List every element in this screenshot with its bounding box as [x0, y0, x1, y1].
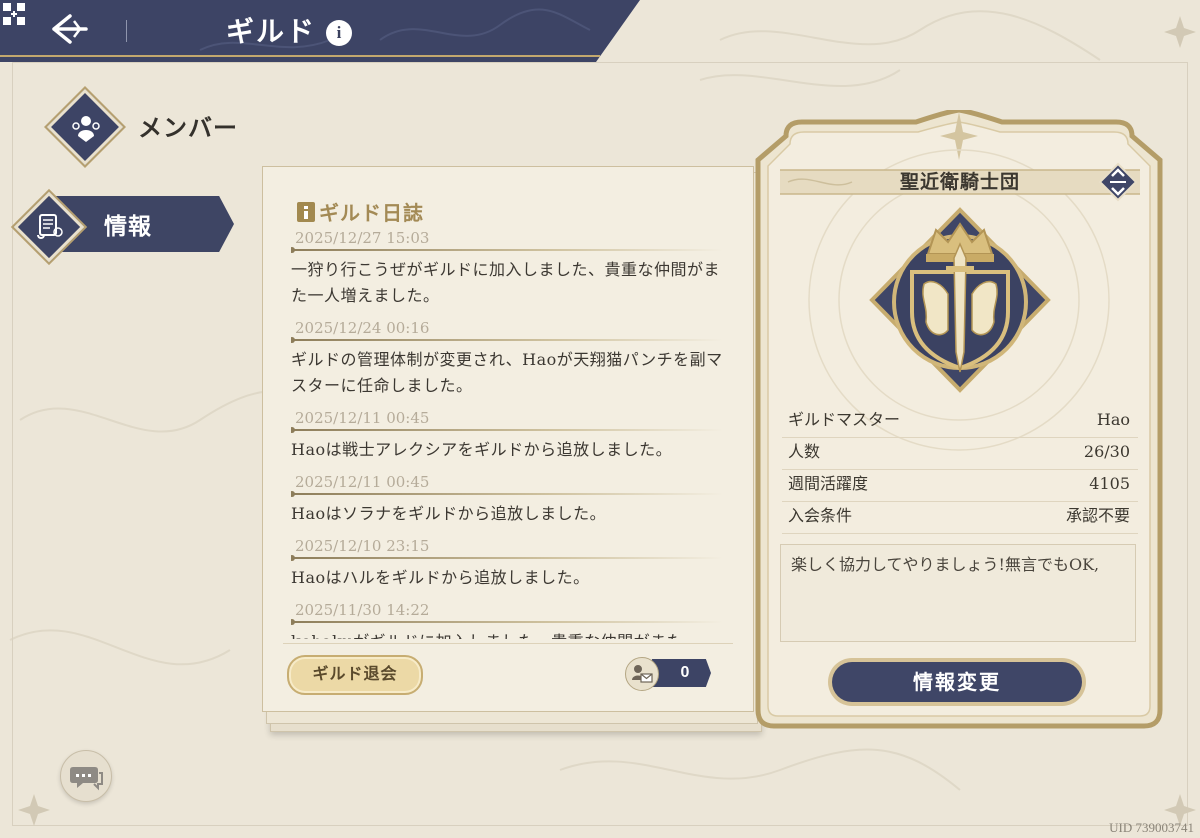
edit-info-button[interactable]: 情報変更	[828, 658, 1086, 706]
stat-label: 入会条件	[788, 506, 853, 525]
chat-bubble-icon	[70, 767, 103, 791]
log-book-icon	[297, 201, 315, 222]
stat-label: 週間活躍度	[788, 474, 869, 493]
stat-row-join-condition: 入会条件 承認不要	[782, 502, 1138, 534]
swap-diamond-icon	[1098, 162, 1138, 202]
log-divider	[291, 247, 723, 253]
change-emblem-button[interactable]	[1098, 162, 1138, 202]
log-entry: 2025/11/30 14:22 kohakuがギルドに加入しました、貴重な仲間…	[291, 601, 723, 639]
log-date: 2025/12/27 15:03	[295, 229, 430, 247]
log-text: Haoはソラナをギルドから追放しました。	[291, 504, 607, 523]
log-divider	[291, 427, 723, 433]
log-text: 一狩り行こうぜがギルドに加入しました、貴重な仲間がまた一人増えました。	[291, 260, 721, 305]
guild-emblem-icon	[3, 3, 25, 25]
user-id: UID 739003741	[1109, 820, 1194, 835]
request-icon-circle	[625, 657, 659, 691]
stat-label: ギルドマスター	[788, 410, 901, 429]
corner-ornament-bottom-left	[18, 794, 50, 826]
log-divider	[291, 555, 723, 561]
stat-value: 26/30	[1083, 442, 1130, 461]
guild-name-band: 聖近衛騎士団	[780, 166, 1140, 198]
back-arrow-icon	[52, 14, 88, 44]
log-entry: 2025/12/10 23:15 Haoはハルをギルドから追放しました。	[291, 537, 723, 591]
stat-row-activity: 週間活躍度 4105	[782, 470, 1138, 502]
stat-row-members: 人数 26/30	[782, 438, 1138, 470]
log-date: 2025/12/24 00:16	[295, 319, 430, 337]
guild-motto: 楽しく協力してやりましょう!無言でもOK,	[780, 544, 1136, 642]
log-divider	[291, 491, 723, 497]
log-divider	[291, 337, 723, 343]
log-entry: 2025/12/24 00:16 ギルドの管理体制が変更され、Haoが天翔猫パン…	[291, 319, 723, 399]
guild-log-panel: ギルド日誌 2025/12/27 15:03 一狩り行こうぜがギルドに加入しまし…	[262, 166, 754, 712]
log-text: kohakuがギルドに加入しました、貴重な仲間がまた	[291, 629, 723, 639]
log-title-row: ギルド日誌	[297, 197, 424, 226]
stat-value: Hao	[1096, 410, 1130, 429]
request-count: 0	[680, 664, 690, 681]
header-bar: ギルド i	[0, 0, 640, 62]
log-entry: 2025/12/27 15:03 一狩り行こうぜがギルドに加入しました、貴重な仲…	[291, 229, 723, 309]
members-icon	[72, 116, 100, 142]
join-requests-button[interactable]: 0	[625, 657, 717, 691]
back-button[interactable]	[50, 12, 96, 52]
guild-crest-icon	[869, 207, 1051, 393]
leave-guild-button[interactable]: ギルド退会	[287, 655, 423, 695]
guild-stats: ギルドマスター Hao 人数 26/30 週間活躍度 4105 入会条件 承認不…	[782, 406, 1138, 534]
log-date: 2025/11/30 14:22	[295, 601, 430, 619]
guild-name: 聖近衛騎士団	[899, 171, 1020, 193]
nav-item-members[interactable]: メンバー	[46, 88, 272, 166]
log-date: 2025/12/10 23:15	[295, 537, 430, 555]
chat-button[interactable]	[60, 750, 112, 802]
log-divider	[291, 619, 723, 625]
log-entry: 2025/12/11 00:45 Haoはソラナをギルドから追放しました。	[291, 473, 723, 527]
log-text: ギルドの管理体制が変更され、Haoが天翔猫パンチを副マスターに任命しました。	[291, 350, 723, 395]
header-separator	[126, 20, 127, 42]
log-text: Haoはハルをギルドから追放しました。	[291, 568, 590, 587]
nav-item-info-label: 情報	[104, 213, 152, 240]
log-list[interactable]: 2025/12/27 15:03 一狩り行こうぜがギルドに加入しました、貴重な仲…	[291, 229, 723, 639]
scroll-icon	[37, 214, 63, 239]
log-date: 2025/12/11 00:45	[295, 409, 430, 427]
corner-ornament-top-right	[1164, 16, 1196, 48]
footer-divider	[283, 643, 733, 644]
mail-request-icon	[632, 665, 653, 683]
info-button[interactable]: i	[326, 20, 352, 46]
log-title: ギルド日誌	[319, 201, 424, 225]
guild-info-card: 聖近衛騎士団 ギルドマスター Hao 人数 26/30 週間活躍度 4105 入…	[746, 110, 1172, 732]
stat-value: 4105	[1089, 474, 1130, 493]
nav-item-info[interactable]: 情報	[13, 191, 238, 263]
stat-value: 承認不要	[1065, 506, 1130, 525]
edit-info-label: 情報変更	[913, 670, 1001, 694]
page-title: ギルド	[226, 15, 317, 48]
nav-item-members-label: メンバー	[138, 113, 238, 142]
log-entry: 2025/12/11 00:45 Haoは戦士アレクシアをギルドから追放しました…	[291, 409, 723, 463]
stat-label: 人数	[788, 442, 821, 461]
log-date: 2025/12/11 00:45	[295, 473, 430, 491]
stat-row-master: ギルドマスター Hao	[782, 406, 1138, 438]
log-text: Haoは戦士アレクシアをギルドから追放しました。	[291, 440, 673, 459]
